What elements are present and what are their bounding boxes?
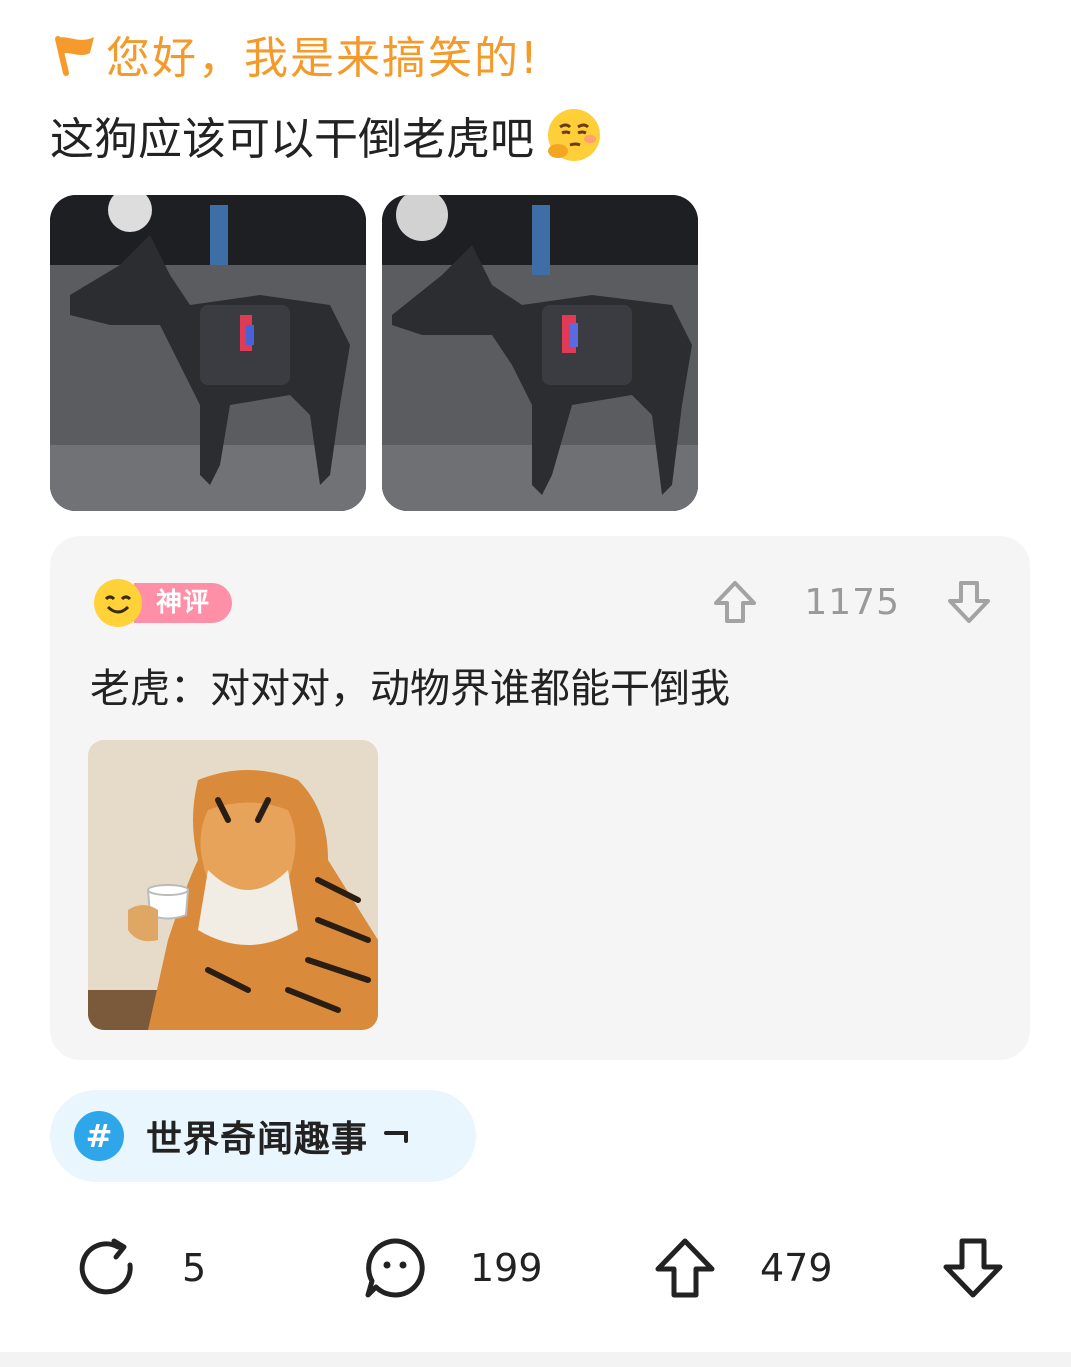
tiger-image	[88, 740, 378, 1030]
flag-icon	[55, 36, 94, 76]
downvote-action[interactable]	[940, 1222, 1006, 1314]
upvote-count: 479	[760, 1246, 833, 1290]
share-count: 5	[182, 1246, 207, 1290]
post-body: 这狗应该可以干倒老虎吧	[50, 114, 534, 165]
share-action[interactable]: 5	[74, 1222, 206, 1314]
comment-count: 199	[470, 1246, 543, 1290]
downvote-icon	[943, 1238, 1003, 1298]
comment-vote-row: 1175	[712, 572, 992, 632]
comment-image[interactable]	[88, 740, 378, 1030]
upvote-action[interactable]: 479	[652, 1222, 833, 1314]
post-image-1[interactable]	[50, 195, 366, 511]
comment-vote-count: 1175	[804, 581, 900, 623]
god-comment-badge: 神评	[92, 576, 242, 630]
author-name[interactable]: 您好，我是来搞笑的!	[106, 22, 540, 86]
badge-label: 神评	[134, 583, 233, 623]
topic-tag[interactable]: # 世界奇闻趣事	[50, 1090, 476, 1182]
dog-photo-image	[50, 195, 366, 511]
comment-action[interactable]: 199	[362, 1222, 543, 1314]
hashtag-icon: #	[74, 1111, 124, 1161]
comment-text: 老虎：对对对，动物界谁都能干倒我	[90, 666, 730, 712]
share-icon	[79, 1238, 133, 1295]
upvote-icon	[655, 1238, 715, 1298]
upvote-icon[interactable]	[712, 579, 758, 625]
action-bar: 5 199 479	[0, 1222, 1071, 1314]
arrow-right-icon	[384, 1131, 409, 1143]
topic-label[interactable]: 世界奇闻趣事	[146, 1110, 368, 1162]
post-text: 这狗应该可以干倒老虎吧	[50, 100, 602, 170]
post-image-2[interactable]	[382, 195, 698, 511]
thinking-emoji-icon	[548, 109, 600, 161]
author-line[interactable]: 您好，我是来搞笑的!	[50, 24, 540, 84]
downvote-icon[interactable]	[946, 579, 992, 625]
comment-icon	[365, 1238, 425, 1298]
dog-photo-image	[382, 195, 698, 511]
smile-face-icon	[94, 579, 142, 627]
top-comment-card[interactable]: 神评 1175 老虎：对对对，动物界谁都能干倒我	[50, 536, 1030, 1060]
bottom-strip	[0, 1352, 1071, 1367]
